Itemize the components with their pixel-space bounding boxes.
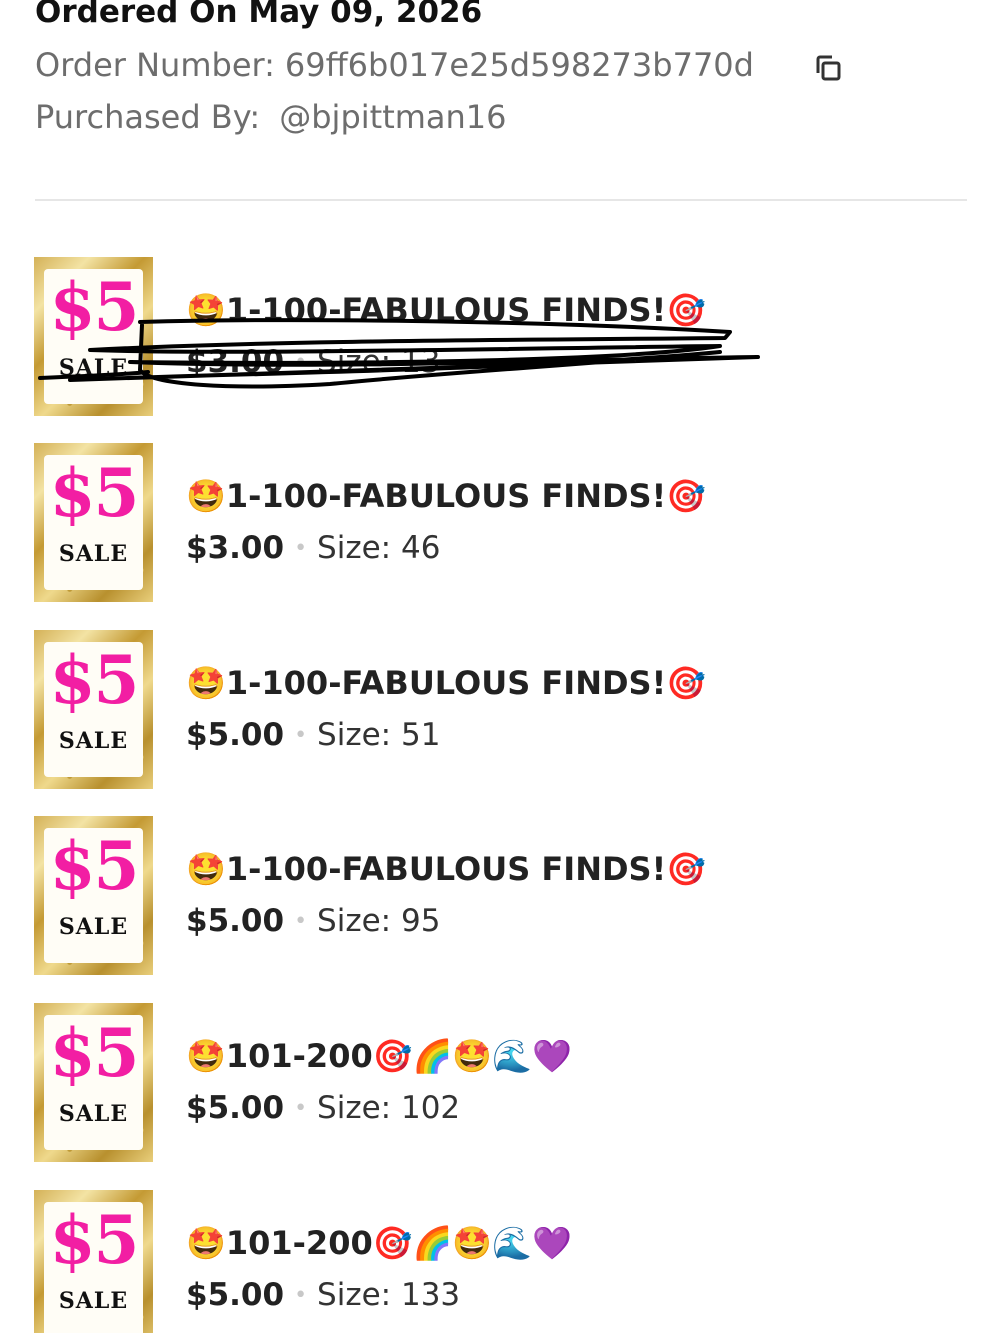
separator-dot: • (294, 1282, 308, 1308)
order-number-row: Order Number: 69ff6b017e25d598273b770d (35, 46, 754, 84)
item-size: Size: 51 (317, 717, 441, 753)
separator-dot: • (294, 535, 308, 561)
thumbnail-price-text: $5 (49, 1014, 140, 1092)
item-details: $5.00 • Size: 133 (186, 1277, 460, 1313)
order-item[interactable]: $5 SALE 🤩101-200🎯🌈🤩🌊💜 $5.00 • Size: 102 (34, 1003, 964, 1163)
item-details: $3.00 • Size: 46 (186, 530, 440, 566)
item-thumbnail[interactable]: $5 SALE (34, 1003, 153, 1162)
item-thumbnail[interactable]: $5 SALE (34, 1190, 153, 1333)
thumbnail-price-text: $5 (49, 1201, 140, 1279)
item-details: $3.00 • Size: 13 (186, 344, 440, 380)
thumbnail-price-text: $5 (49, 827, 140, 905)
item-title[interactable]: 🤩101-200🎯🌈🤩🌊💜 (186, 1037, 572, 1075)
thumbnail-sale-text: SALE (58, 355, 129, 381)
header-divider (35, 199, 967, 201)
item-size: Size: 102 (317, 1090, 461, 1126)
separator-dot: • (294, 908, 308, 934)
item-price: $5.00 (186, 1090, 285, 1126)
item-size: Size: 95 (317, 903, 441, 939)
item-title[interactable]: 🤩1-100-FABULOUS FINDS!🎯 (186, 291, 706, 329)
order-item[interactable]: $5 SALE 🤩1-100-FABULOUS FINDS!🎯 $5.00 • … (34, 816, 964, 976)
item-title[interactable]: 🤩1-100-FABULOUS FINDS!🎯 (186, 477, 706, 515)
order-number-value: 69ff6b017e25d598273b770d (284, 46, 754, 84)
item-title[interactable]: 🤩101-200🎯🌈🤩🌊💜 (186, 1224, 572, 1262)
item-details: $5.00 • Size: 51 (186, 717, 440, 753)
item-size: Size: 13 (317, 344, 441, 380)
purchased-by-row: Purchased By: @bjpittman16 (35, 98, 507, 136)
purchased-by-label: Purchased By: (35, 98, 261, 136)
purchased-by-username[interactable]: @bjpittman16 (279, 98, 506, 136)
order-item[interactable]: $5 SALE 🤩101-200🎯🌈🤩🌊💜 $5.00 • Size: 133 (34, 1190, 964, 1333)
order-item[interactable]: $5 SALE 🤩1-100-FABULOUS FINDS!🎯 $5.00 • … (34, 630, 964, 790)
thumbnail-price-text: $5 (49, 641, 140, 719)
separator-dot: • (294, 722, 308, 748)
thumbnail-price-text: $5 (49, 454, 140, 532)
thumbnail-sale-text: SALE (58, 1101, 129, 1127)
item-price: $5.00 (186, 903, 285, 939)
item-price: $5.00 (186, 717, 285, 753)
item-price: $3.00 (186, 344, 285, 380)
separator-dot: • (294, 349, 308, 375)
thumbnail-price-text: $5 (49, 268, 140, 346)
item-thumbnail[interactable]: $5 SALE (34, 630, 153, 789)
separator-dot: • (294, 1095, 308, 1121)
order-item[interactable]: $5 SALE 🤩1-100-FABULOUS FINDS!🎯 $3.00 • … (34, 257, 964, 417)
order-item[interactable]: $5 SALE 🤩1-100-FABULOUS FINDS!🎯 $3.00 • … (34, 443, 964, 603)
thumbnail-sale-text: SALE (58, 914, 129, 940)
item-details: $5.00 • Size: 95 (186, 903, 440, 939)
order-number-label: Order Number: (35, 46, 275, 84)
item-title[interactable]: 🤩1-100-FABULOUS FINDS!🎯 (186, 664, 706, 702)
thumbnail-sale-text: SALE (58, 541, 129, 567)
item-size: Size: 46 (317, 530, 441, 566)
item-details: $5.00 • Size: 102 (186, 1090, 460, 1126)
copy-icon[interactable] (813, 51, 847, 85)
thumbnail-sale-text: SALE (58, 728, 129, 754)
item-price: $3.00 (186, 530, 285, 566)
item-thumbnail[interactable]: $5 SALE (34, 816, 153, 975)
item-thumbnail[interactable]: $5 SALE (34, 443, 153, 602)
item-size: Size: 133 (317, 1277, 461, 1313)
ordered-on-date: Ordered On May 09, 2026 (35, 0, 483, 30)
thumbnail-sale-text: SALE (58, 1288, 129, 1314)
item-thumbnail[interactable]: $5 SALE (34, 257, 153, 416)
item-price: $5.00 (186, 1277, 285, 1313)
item-title[interactable]: 🤩1-100-FABULOUS FINDS!🎯 (186, 850, 706, 888)
